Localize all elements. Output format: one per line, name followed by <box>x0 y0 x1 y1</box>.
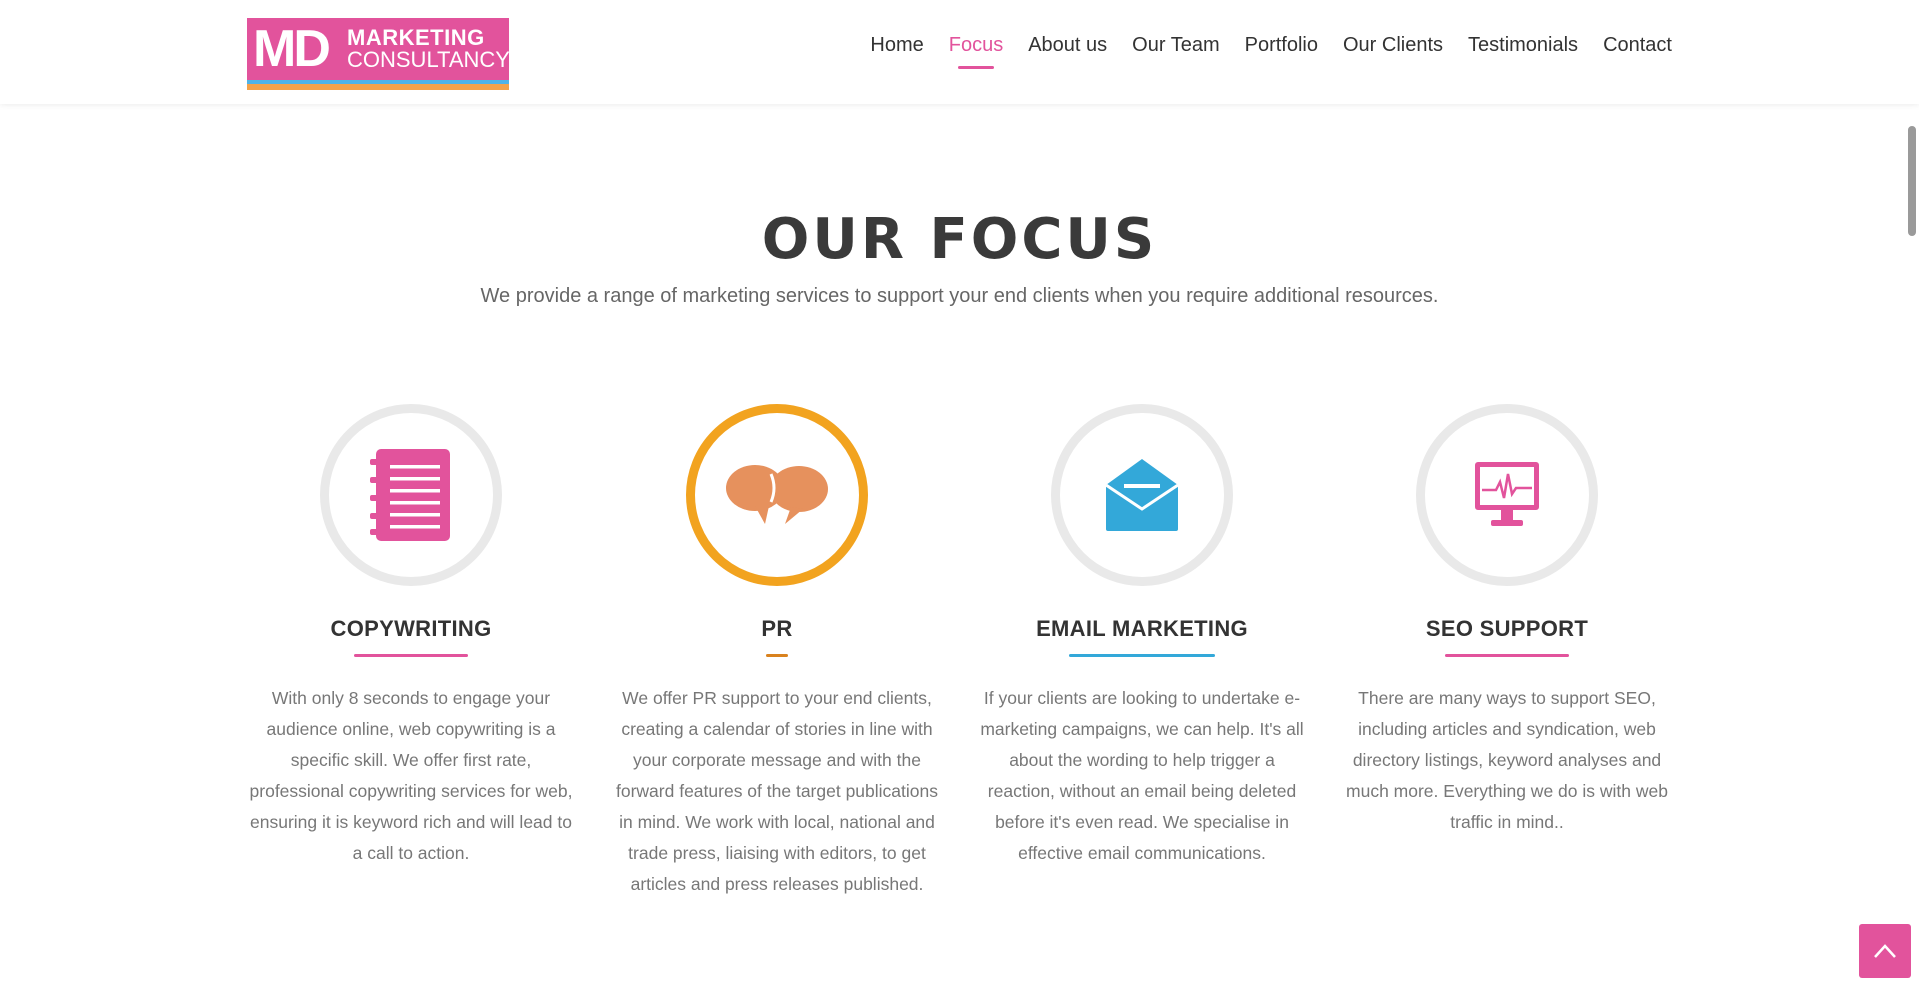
site-logo[interactable]: MD MARKETING CONSULTANCY <box>247 18 509 90</box>
service-card-copywriting: COPYWRITING With only 8 seconds to engag… <box>246 404 576 869</box>
service-title: EMAIL MARKETING <box>1036 616 1248 641</box>
section-title: OUR FOCUS <box>761 207 1158 272</box>
service-title: PR <box>761 616 793 641</box>
chevron-up-icon <box>1874 944 1896 958</box>
service-title: SEO SUPPORT <box>1425 616 1589 641</box>
service-icon-circle <box>686 404 868 586</box>
nav-our-clients[interactable]: Our Clients <box>1343 32 1443 58</box>
back-to-top-button[interactable] <box>1859 924 1911 978</box>
service-description: We offer PR support to your end clients,… <box>616 688 938 894</box>
speech-bubbles-icon <box>726 465 828 524</box>
service-card-email-marketing: EMAIL MARKETING If your clients are look… <box>977 404 1307 869</box>
logo-stripes <box>247 80 509 90</box>
service-icon-circle <box>1416 404 1598 586</box>
notebook-icon <box>370 449 450 541</box>
nav-testimonials[interactable]: Testimonials <box>1468 32 1578 58</box>
nav-portfolio[interactable]: Portfolio <box>1245 32 1318 58</box>
service-card-pr: PR We offer PR support to your end clien… <box>612 404 942 900</box>
service-icon-circle <box>1051 404 1233 586</box>
service-description: If your clients are looking to undertake… <box>980 688 1304 863</box>
logo-mark: MD <box>253 20 331 78</box>
title-underline <box>1069 654 1215 657</box>
title-underline <box>354 654 468 657</box>
nav-about-us[interactable]: About us <box>1028 32 1107 58</box>
title-underline <box>1445 654 1569 657</box>
envelope-icon <box>1105 459 1179 531</box>
nav-contact[interactable]: Contact <box>1603 32 1672 58</box>
service-icon-circle <box>320 404 502 586</box>
nav-our-team[interactable]: Our Team <box>1132 32 1219 58</box>
service-description: With only 8 seconds to engage your audie… <box>249 688 573 863</box>
nav-home[interactable]: Home <box>870 32 923 58</box>
monitor-pulse-icon <box>1475 462 1539 526</box>
service-card-seo-support: SEO SUPPORT There are many ways to suppo… <box>1342 404 1672 838</box>
service-title: COPYWRITING <box>330 616 492 641</box>
section-subtitle: We provide a range of marketing services… <box>480 285 1439 307</box>
logo-text-line2: CONSULTANCY <box>347 47 509 72</box>
service-description: There are many ways to support SEO, incl… <box>1346 688 1668 832</box>
site-header: MD MARKETING CONSULTANCY Home Focus Abou… <box>0 0 1919 104</box>
title-underline <box>766 654 788 657</box>
main-nav: Home Focus About us Our Team Portfolio O… <box>845 32 1672 58</box>
nav-focus[interactable]: Focus <box>949 32 1003 58</box>
